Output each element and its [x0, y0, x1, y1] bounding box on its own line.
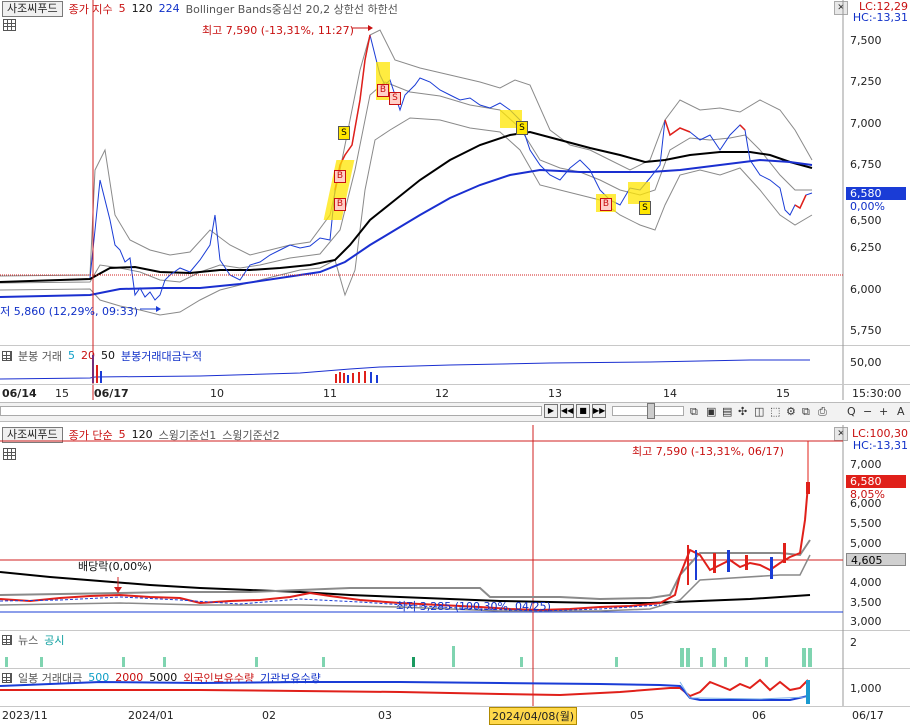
bottom-low-label: 최저 3,285 (100,30%, 04/25) — [396, 600, 551, 613]
top-high-label: 최고 7,590 (-13,31%, 11:27) — [202, 24, 354, 37]
top-ytick-6000: 6,000 — [850, 283, 882, 296]
bottom-xlabel-03: 03 — [378, 709, 392, 722]
top-xlabel-14: 14 — [663, 387, 677, 400]
news-tick: 2 — [850, 636, 857, 649]
font-icon[interactable]: A — [897, 405, 905, 418]
top-current-pct: 0,00% — [850, 200, 885, 213]
top-xlabel-0617: 06/17 — [94, 387, 129, 400]
bottom-ytick-6000: 6,000 — [850, 497, 882, 510]
copy-icon[interactable]: ⧉ — [802, 405, 810, 419]
bottom-xlabel-cursor-date: 2024/04/08(월) — [489, 707, 578, 725]
rewind-icon[interactable]: ◀◀ — [560, 404, 574, 418]
search-icon[interactable]: Q — [847, 405, 856, 418]
top-xlabel-11: 11 — [323, 387, 337, 400]
bottom-xaxis-divider — [0, 706, 910, 707]
top-ytick-6250: 6,250 — [850, 241, 882, 254]
bottom-xlabel-02: 02 — [262, 709, 276, 722]
bottom-xlabel-05: 05 — [630, 709, 644, 722]
signal-buy-4[interactable]: S — [389, 90, 401, 105]
stop-icon[interactable]: ■ — [576, 404, 590, 418]
top-low-label: 최저 5,860 (12,29%, 09:33) — [0, 305, 138, 318]
bollinger-upper — [0, 29, 813, 277]
top-current-price: 6,580 — [846, 187, 906, 200]
signal-sell-1[interactable]: S — [338, 125, 350, 140]
signal-sell-3[interactable]: S — [639, 200, 651, 215]
signal-buy-2[interactable]: B — [334, 196, 346, 211]
expand-icon[interactable]: ⬚ — [770, 405, 780, 418]
bottom-ytick-4000: 4,000 — [850, 576, 882, 589]
top-volume-chart[interactable] — [0, 345, 910, 385]
bollinger-lower — [0, 117, 813, 316]
zoom-in-icon[interactable]: + — [879, 405, 888, 418]
news-chart[interactable] — [0, 630, 910, 668]
bottom-xlabel-06: 06 — [752, 709, 766, 722]
signal-buy-3[interactable]: B — [377, 82, 389, 97]
bottom-ytick-3000: 3,000 — [850, 615, 882, 628]
price-up-segments — [334, 34, 807, 210]
ma120-line — [0, 130, 813, 283]
signal-buy-5[interactable]: B — [600, 196, 612, 211]
daily-volume-chart[interactable] — [0, 668, 910, 706]
bottom-xlabel-202311: 2023/11 — [2, 709, 48, 722]
top-ytick-6500: 6,500 — [850, 214, 882, 227]
bollinger-center — [0, 81, 812, 284]
signal-buy-1[interactable]: B — [334, 168, 346, 183]
settings-icon[interactable]: ⚙ — [786, 405, 796, 418]
image-icon[interactable]: ▤ — [722, 405, 732, 418]
signal-sell-2[interactable]: S — [516, 120, 528, 135]
bottom-hover-price: 4,605 — [846, 553, 906, 567]
chart-scrollbar-track[interactable] — [0, 406, 542, 416]
top-xlabel-13: 13 — [548, 387, 562, 400]
top-xlabel-12: 12 — [435, 387, 449, 400]
top-xlabel-10: 10 — [210, 387, 224, 400]
split-icon[interactable]: ◫ — [754, 405, 764, 418]
forward-icon[interactable]: ▶▶ — [592, 404, 606, 418]
top-xlabel-15a: 15 — [55, 387, 69, 400]
crosshair-icon[interactable]: ✣ — [738, 405, 747, 418]
print-icon[interactable]: ⎙ — [818, 405, 827, 419]
top-price-chart[interactable] — [0, 0, 910, 400]
top-ytick-6750: 6,750 — [850, 158, 882, 171]
top-xlabel-0614: 06/14 — [2, 387, 37, 400]
period-slider-thumb[interactable] — [647, 403, 655, 419]
bottom-current-price: 6,580 — [846, 475, 906, 488]
bottom-ytick-7000: 7,000 — [850, 458, 882, 471]
bottom-high-label: 최고 7,590 (-13,31%, 06/17) — [632, 445, 784, 458]
daily-volume-tick: 1,000 — [850, 682, 882, 695]
top-ytick-7000: 7,000 — [850, 117, 882, 130]
bottom-ytick-5000: 5,000 — [850, 537, 882, 550]
top-xlabel-15b: 15 — [776, 387, 790, 400]
layout-icon[interactable]: ⧉ — [690, 405, 698, 419]
top-time-label: 15:30:00 — [852, 387, 902, 400]
bottom-xlabel-202401: 2024/01 — [128, 709, 174, 722]
window-icon[interactable]: ▣ — [706, 405, 716, 418]
zoom-out-icon[interactable]: − — [863, 405, 872, 418]
bottom-ytick-5500: 5,500 — [850, 517, 882, 530]
top-ytick-7250: 7,250 — [850, 75, 882, 88]
scroll-right-icon[interactable]: ▶ — [544, 404, 558, 418]
ma224-line — [0, 158, 813, 298]
bottom-ytick-3500: 3,500 — [850, 596, 882, 609]
top-volume-tick: 50,00 — [850, 356, 882, 369]
top-ytick-5750: 5,750 — [850, 324, 882, 337]
bottom-xlabel-0617: 06/17 — [852, 709, 884, 722]
top-ytick-7500: 7,500 — [850, 34, 882, 47]
dividend-label: 배당락(0,00%) — [78, 560, 152, 573]
top-xaxis-divider — [0, 384, 910, 385]
